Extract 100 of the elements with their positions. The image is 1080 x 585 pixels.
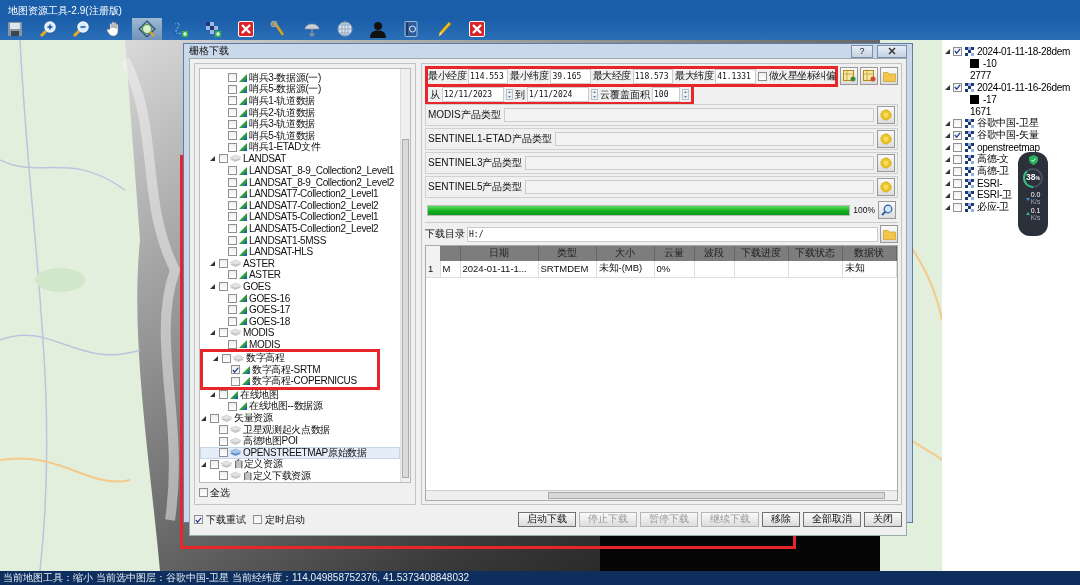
checkbox[interactable] xyxy=(222,353,231,363)
layer-item[interactable]: 高德-文 xyxy=(942,153,1010,165)
checkbox[interactable] xyxy=(199,488,208,498)
checkbox[interactable] xyxy=(219,154,228,164)
settings-button[interactable] xyxy=(877,130,895,148)
tree-item[interactable]: GOES-18 xyxy=(200,315,400,328)
tree-item[interactable]: LANDSAT-HLS xyxy=(200,245,400,258)
checkbox[interactable] xyxy=(219,436,228,446)
checkbox[interactable] xyxy=(228,339,237,349)
checkbox[interactable] xyxy=(228,131,237,141)
checkbox[interactable] xyxy=(228,119,237,129)
tree-item[interactable]: 哨兵3-数据源(一) xyxy=(200,72,400,84)
checkbox[interactable] xyxy=(953,46,962,56)
layer-item[interactable]: 2024-01-11-16-26dem xyxy=(942,81,1071,93)
column-header[interactable]: 波段 xyxy=(694,246,734,261)
dialog-button[interactable]: 关闭 xyxy=(864,512,902,528)
expand-icon[interactable] xyxy=(945,48,950,54)
search-button[interactable] xyxy=(878,201,896,219)
checkbox[interactable] xyxy=(953,130,962,140)
column-header[interactable]: 下载进度 xyxy=(734,246,788,261)
settings-button[interactable] xyxy=(877,154,895,172)
checkbox[interactable] xyxy=(953,178,962,188)
coordinate-field[interactable]: 41.1331 xyxy=(715,68,756,84)
close-button[interactable] xyxy=(877,44,907,58)
column-header[interactable]: 大小 xyxy=(596,246,654,261)
cloud-cover-field[interactable]: 100 xyxy=(652,87,680,102)
layer-item[interactable]: 2024-01-11-18-28dem xyxy=(942,45,1071,57)
layer-item[interactable]: ESRI- xyxy=(942,177,1003,189)
checkbox[interactable] xyxy=(228,166,237,176)
tree-item[interactable]: 卫星观测起火点数据 xyxy=(200,423,400,436)
column-header[interactable]: 下载状态 xyxy=(788,246,842,261)
checkbox[interactable] xyxy=(219,471,228,481)
expand-icon[interactable] xyxy=(201,461,206,467)
download-dir-field[interactable]: H:/ xyxy=(467,226,878,242)
tree-item[interactable]: LANDSAT_8-9_Collection2_Level2 xyxy=(200,176,400,188)
vertical-scrollbar[interactable] xyxy=(400,69,410,482)
checkbox[interactable] xyxy=(219,448,228,458)
checkbox[interactable] xyxy=(228,212,237,222)
settings-button[interactable] xyxy=(877,106,895,124)
product-type-field[interactable] xyxy=(525,180,874,194)
expand-icon[interactable] xyxy=(210,330,215,336)
tree-item[interactable]: 自定义下载资源 xyxy=(200,470,400,482)
tree-item[interactable]: LANDSAT7-Collection2_Level1 xyxy=(200,187,400,200)
tree-item[interactable]: 哨兵2-轨道数据 xyxy=(200,106,400,119)
checkbox[interactable] xyxy=(228,270,237,280)
tree-item[interactable]: 数字高程-SRTM xyxy=(203,363,377,376)
column-header[interactable]: 类型 xyxy=(538,246,596,261)
checkbox[interactable] xyxy=(757,71,767,81)
export-button[interactable] xyxy=(860,67,878,85)
checkbox[interactable] xyxy=(953,142,962,152)
dialog-button[interactable]: 启动下载 xyxy=(518,512,576,528)
layer-item[interactable]: ESRI-卫 xyxy=(942,189,1012,201)
checkbox[interactable] xyxy=(953,166,962,176)
expand-icon[interactable] xyxy=(210,284,215,289)
coordinate-field[interactable]: 39.165 xyxy=(550,68,591,84)
toolbar-button[interactable] xyxy=(335,18,355,40)
checkbox[interactable] xyxy=(219,258,228,268)
checkbox[interactable] xyxy=(228,96,237,106)
tree-item[interactable]: LANDSAT1-5MSS xyxy=(200,234,400,246)
checkbox[interactable] xyxy=(219,328,228,338)
checkbox[interactable] xyxy=(228,401,237,411)
tree-item[interactable]: MODIS xyxy=(200,327,400,339)
settings-button[interactable] xyxy=(877,178,895,196)
dialog-button[interactable]: 移除 xyxy=(762,512,800,528)
layer-item[interactable]: 必应-卫 xyxy=(942,201,1010,213)
checkbox[interactable] xyxy=(953,190,962,200)
tree-item[interactable]: LANDSAT5-Collection2_Level2 xyxy=(200,222,400,235)
tree-item[interactable]: 数字高程-COPERNICUS xyxy=(203,375,377,388)
product-type-field[interactable] xyxy=(503,108,874,122)
checkbox[interactable] xyxy=(228,177,237,187)
checkbox[interactable] xyxy=(228,224,237,233)
product-type-field[interactable] xyxy=(554,132,874,146)
checkbox[interactable] xyxy=(228,189,237,199)
checkbox[interactable] xyxy=(228,235,237,245)
expand-icon[interactable] xyxy=(201,415,206,421)
expand-icon[interactable] xyxy=(210,260,215,266)
toolbar-button[interactable] xyxy=(467,18,487,40)
toolbar-button[interactable] xyxy=(38,18,58,40)
column-header[interactable]: 云量 xyxy=(654,246,694,261)
checkbox[interactable] xyxy=(953,154,962,164)
tree-item[interactable]: 在线地图 xyxy=(200,389,400,401)
column-header[interactable]: 数据状 xyxy=(842,246,897,261)
checkbox[interactable] xyxy=(228,316,237,326)
checkbox[interactable] xyxy=(231,365,240,375)
tree-item[interactable]: LANDSAT5-Collection2_Level1 xyxy=(200,211,400,223)
layer-item[interactable]: 谷歌中国-矢量 xyxy=(942,129,1039,141)
tree-item[interactable]: LANDSAT xyxy=(200,153,400,165)
layer-item[interactable]: 谷歌中国-卫星 xyxy=(942,117,1039,129)
tree-item[interactable]: OPENSTREETMAP原始数据 xyxy=(200,447,400,459)
checkbox[interactable] xyxy=(253,515,262,525)
date-field[interactable]: 12/11/2023 xyxy=(442,87,504,102)
checkbox[interactable] xyxy=(953,202,962,212)
tree-item[interactable]: GOES xyxy=(200,280,400,293)
folder-button[interactable] xyxy=(880,225,898,243)
expand-icon[interactable] xyxy=(210,392,215,398)
checkbox[interactable] xyxy=(231,376,240,386)
horizontal-scrollbar[interactable] xyxy=(426,489,897,500)
tree-item[interactable]: ASTER xyxy=(200,257,400,270)
tree-item[interactable]: 哨兵1-轨道数据 xyxy=(200,95,400,107)
checkbox[interactable] xyxy=(228,200,237,210)
